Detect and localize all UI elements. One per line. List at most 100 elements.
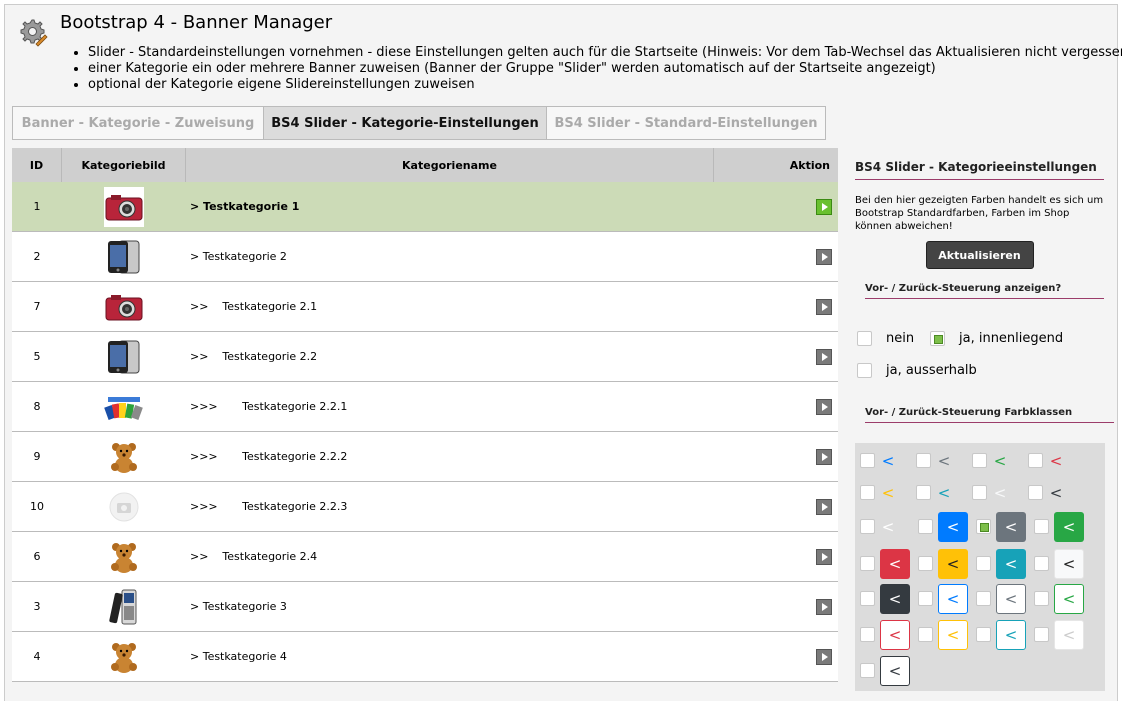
row-id: 8 — [33, 400, 41, 413]
prev-arrow-icon: < — [938, 549, 968, 579]
prev-arrow-icon: < — [880, 549, 910, 579]
table-row[interactable]: 2 > Testkategorie 2 — [12, 232, 838, 282]
tab-banner-kategorie-zuweisung[interactable]: Banner - Kategorie - Zuweisung — [12, 106, 264, 140]
category-image-no-image-icon — [104, 486, 144, 527]
row-id: 2 — [33, 250, 41, 263]
tab-bar: Banner - Kategorie - Zuweisung BS4 Slide… — [12, 106, 826, 140]
slider-settings-panel: BS4 Slider - Kategorieeinstellungen Bei … — [845, 148, 1114, 701]
table-header: ID Kategoriebild Kategoriename Aktion — [12, 148, 838, 182]
color-class-checkbox[interactable] — [1034, 556, 1049, 571]
category-image-cell — [62, 632, 186, 681]
table-row[interactable]: 3 > Testkategorie 3 — [12, 582, 838, 632]
table-row[interactable]: 8 >>> Testkategorie 2.2.1 — [12, 382, 838, 432]
color-class-checkbox[interactable] — [976, 519, 991, 534]
color-class-checkbox[interactable] — [860, 453, 875, 468]
option-ja-ausserhalb[interactable]: ja, ausserhalb — [857, 363, 977, 378]
checkbox-ja-ausserhalb[interactable] — [857, 363, 872, 378]
color-class-checkbox[interactable] — [972, 453, 987, 468]
category-name: > Testkategorie 1 — [190, 200, 300, 213]
column-header-image: Kategoriebild — [62, 148, 186, 182]
edit-arrow-icon[interactable] — [816, 598, 832, 615]
table-row[interactable]: 7 >> Testkategorie 2.1 — [12, 282, 838, 332]
panel-title: BS4 Slider - Kategorieeinstellungen — [855, 160, 1104, 180]
row-id: 1 — [33, 200, 41, 213]
prev-arrow-icon: < — [993, 484, 1007, 502]
color-class-checkbox[interactable] — [1028, 485, 1043, 500]
color-class-checkbox[interactable] — [1028, 453, 1043, 468]
prev-arrow-icon: < — [1049, 484, 1063, 502]
category-image-cell — [62, 482, 186, 531]
color-info-text: Bei den hier gezeigten Farben handelt es… — [855, 195, 1104, 232]
color-class-checkbox[interactable] — [976, 627, 991, 642]
prev-arrow-icon: < — [938, 620, 968, 650]
edit-arrow-icon[interactable] — [816, 398, 832, 415]
row-id: 10 — [30, 500, 44, 513]
color-class-checkbox[interactable] — [918, 556, 933, 571]
color-class-checkbox[interactable] — [860, 663, 875, 678]
prev-arrow-icon: < — [938, 512, 968, 542]
category-image-mobile-phone-icon — [104, 586, 144, 627]
color-class-checkbox[interactable] — [860, 556, 875, 571]
category-image-cell — [62, 382, 186, 431]
category-image-cell — [62, 282, 186, 331]
table-row[interactable]: 9 >>> Testkategorie 2.2.2 — [12, 432, 838, 482]
edit-arrow-icon[interactable] — [816, 248, 832, 265]
table-row[interactable]: 10 >>> Testkategorie 2.2.3 — [12, 482, 838, 532]
action-cell — [714, 398, 838, 415]
color-class-checkbox[interactable] — [860, 591, 875, 606]
action-cell — [714, 498, 838, 515]
action-cell — [714, 448, 838, 465]
tab-bs4-slider-standard-einstellungen[interactable]: BS4 Slider - Standard-Einstellungen — [546, 106, 826, 140]
color-class-checkbox[interactable] — [860, 485, 875, 500]
prev-arrow-icon: < — [880, 620, 910, 650]
category-name: > Testkategorie 2 — [190, 250, 287, 263]
table-row[interactable]: 4 > Testkategorie 4 — [12, 632, 838, 682]
category-image-teddy-bear-icon — [104, 436, 144, 477]
edit-arrow-icon[interactable] — [816, 198, 832, 215]
category-image-teddy-bear-icon — [104, 636, 144, 677]
table-row[interactable]: 6 >> Testkategorie 2.4 — [12, 532, 838, 582]
edit-arrow-icon[interactable] — [816, 648, 832, 665]
category-name: >>> Testkategorie 2.2.1 — [190, 400, 348, 413]
category-image-cell — [62, 332, 186, 381]
prev-arrow-icon: < — [993, 452, 1007, 470]
category-name: >> Testkategorie 2.1 — [190, 300, 318, 313]
tab-bs4-slider-kategorie-einstellungen[interactable]: BS4 Slider - Kategorie-Einstellungen — [263, 106, 547, 140]
color-class-checkbox[interactable] — [976, 556, 991, 571]
color-class-checkbox[interactable] — [972, 485, 987, 500]
row-id: 9 — [33, 450, 41, 463]
option-label: ja, innenliegend — [959, 331, 1064, 346]
update-button[interactable]: Aktualisieren — [925, 241, 1034, 269]
color-class-checkbox[interactable] — [918, 519, 933, 534]
edit-arrow-icon[interactable] — [816, 448, 832, 465]
checkbox-ja-innenliegend[interactable] — [930, 331, 945, 346]
color-class-checkbox[interactable] — [976, 591, 991, 606]
color-class-checkbox[interactable] — [860, 627, 875, 642]
category-table: ID Kategoriebild Kategoriename Aktion 1 >… — [12, 148, 838, 682]
table-row[interactable]: 5 >> Testkategorie 2.2 — [12, 332, 838, 382]
row-id: 3 — [33, 600, 41, 613]
color-class-checkbox[interactable] — [918, 627, 933, 642]
edit-arrow-icon[interactable] — [816, 498, 832, 515]
edit-arrow-icon[interactable] — [816, 298, 832, 315]
prev-arrow-icon: < — [1054, 512, 1084, 542]
color-class-checkbox[interactable] — [916, 453, 931, 468]
prev-arrow-icon: < — [937, 484, 951, 502]
checkbox-nein[interactable] — [857, 331, 872, 346]
table-body: 1 > Testkategorie 1 2 > Testkategorie 2 7 >> … — [12, 182, 838, 682]
category-name: >> Testkategorie 2.4 — [190, 550, 318, 563]
color-class-checkbox[interactable] — [918, 591, 933, 606]
prev-arrow-icon: < — [880, 656, 910, 686]
color-class-checkbox[interactable] — [916, 485, 931, 500]
edit-arrow-icon[interactable] — [816, 348, 832, 365]
color-class-checkbox[interactable] — [1034, 627, 1049, 642]
option-ja-innenliegend[interactable]: ja, innenliegend — [930, 331, 1063, 346]
edit-arrow-icon[interactable] — [816, 548, 832, 565]
table-row[interactable]: 1 > Testkategorie 1 — [12, 182, 838, 232]
color-class-checkbox[interactable] — [860, 519, 875, 534]
prev-arrow-icon: < — [996, 620, 1026, 650]
color-class-checkbox[interactable] — [1034, 519, 1049, 534]
option-nein[interactable]: nein — [857, 331, 914, 346]
color-class-checkbox[interactable] — [1034, 591, 1049, 606]
prev-arrow-icon: < — [938, 584, 968, 614]
